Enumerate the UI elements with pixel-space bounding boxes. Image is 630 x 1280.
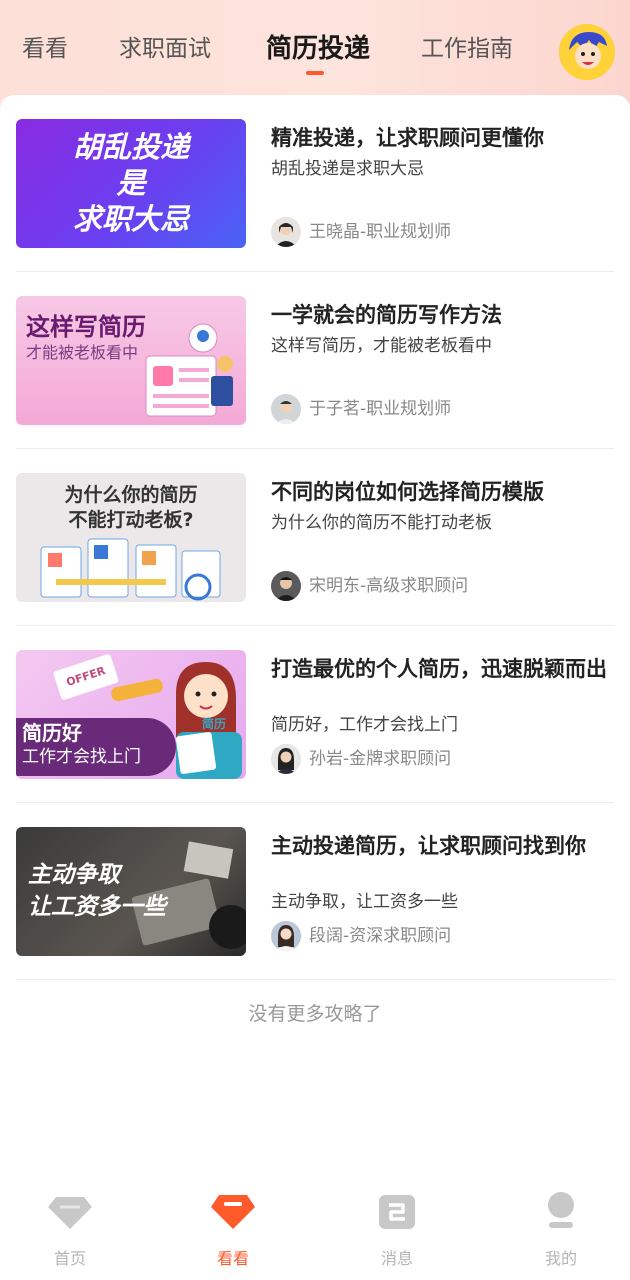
nav-profile[interactable]: 我的 [501,1175,621,1280]
article-thumbnail: 这样写简历 才能被老板看中 [16,296,246,425]
thumb-text-line: 求职大忌 [72,202,189,236]
article-subtitle: 胡乱投递是求职大忌 [271,159,424,179]
author-avatar [271,217,301,247]
tab-resume-delivery[interactable]: 简历投递 [266,32,370,66]
article-thumbnail: OFFER 简历 简历好 工作才会找上门 [16,650,246,779]
article-thumbnail: 为什么你的简历 不能打动老板? [16,473,246,602]
resume-cards-illustration [40,538,221,601]
tab-interview[interactable]: 求职面试 [119,32,211,66]
look-icon [211,1195,255,1229]
diamond-icon [48,1197,92,1229]
nav-label: 首页 [53,1249,86,1268]
nav-label: 我的 [544,1249,577,1268]
offer-paper: OFFER [52,653,120,701]
author-name: 宋明东-高级求职顾问 [309,576,469,596]
nav-label: 看看 [216,1249,249,1268]
article-subtitle: 简历好，工作才会找上门 [271,715,458,735]
author-name: 段阔-资深求职顾问 [309,926,452,946]
thumb-text-line: 是 [116,166,146,200]
nav-label: 消息 [380,1249,413,1268]
resume-tag: 简历 [202,717,227,731]
list-item[interactable]: 这样写简历 才能被老板看中 一学就会的简历写作方法 这样写简历，才能被老板看中 [16,272,614,449]
thumb-text-line: 胡乱投递 [72,130,189,164]
spyglass-illustration [111,678,163,702]
article-subtitle: 为什么你的简历不能打动老板 [271,513,492,533]
active-tab-indicator [306,71,324,75]
tab-work-guide[interactable]: 工作指南 [421,32,513,66]
no-more-text: 没有更多攻略了 [248,1003,382,1025]
author-avatar [271,921,301,951]
author-avatar [271,571,301,601]
list-item[interactable]: OFFER 简历 简历好 工作才会找上门 打造最优的个人简历，迅速脱颖而出 简历… [16,626,614,803]
author-name: 于子茗-职业规划师 [309,399,452,419]
bottom-nav-bar: 首页 看看 消息 我的 [0,1175,630,1280]
article-title[interactable]: 不同的岗位如何选择简历模版 [271,477,611,507]
article-title[interactable]: 精准投递，让求职顾问更懂你 [271,123,611,153]
thumb-text-line: 才能被老板看中 [26,343,139,362]
profile-icon [548,1192,574,1228]
list-item[interactable]: 胡乱投递 是 求职大忌 精准投递，让求职顾问更懂你 胡乱投递是求职大忌 王晓晶-… [16,95,614,272]
tab-kankan[interactable]: 看看 [22,32,68,66]
thumb-text-line: 为什么你的简历 [64,484,198,506]
article-list: 胡乱投递 是 求职大忌 精准投递，让求职顾问更懂你 胡乱投递是求职大忌 王晓晶-… [0,95,630,1175]
thumb-text-line: 让工资多一些 [28,894,166,920]
article-title[interactable]: 一学就会的简历写作方法 [271,300,611,330]
article-thumbnail: 主动争取 让工资多一些 [16,827,246,956]
article-subtitle: 这样写简历，才能被老板看中 [271,336,492,356]
thumb-text-line: 主动争取 [28,862,120,888]
author-name: 王晓晶-职业规划师 [309,222,452,242]
thumb-text-line: 这样写简历 [26,313,146,341]
article-subtitle: 主动争取，让工资多一些 [271,892,458,912]
article-title[interactable]: 打造最优的个人简历，迅速脱颖而出 [271,654,611,684]
nav-look[interactable]: 看看 [173,1175,293,1280]
thumb-text-line: 不能打动老板? [68,509,194,531]
nav-messages[interactable]: 消息 [337,1175,457,1280]
thumb-text-line: 简历好 [22,721,82,745]
nav-home[interactable]: 首页 [10,1175,130,1280]
offer-label: OFFER [64,664,108,689]
list-item[interactable]: 为什么你的简历 不能打动老板? 不同的岗位如何选择简历模版 为什么你的简历不能打… [16,449,614,626]
author-name: 孙岩-金牌求职顾问 [309,749,452,769]
list-item[interactable]: 主动争取 让工资多一些 主动投递简历，让求职顾问找到你 主动争取，让工资多一些 … [16,803,614,980]
author-avatar [271,394,301,424]
thumb-text-line: 工作才会找上门 [22,747,141,767]
article-title[interactable]: 主动投递简历，让求职顾问找到你 [271,831,611,861]
user-avatar[interactable] [559,24,615,80]
article-thumbnail: 胡乱投递 是 求职大忌 [16,119,246,248]
top-tab-bar: 看看 求职面试 简历投递 工作指南 [0,0,630,96]
resume-illustration [145,323,233,417]
author-avatar [271,744,301,774]
message-icon [379,1195,415,1229]
